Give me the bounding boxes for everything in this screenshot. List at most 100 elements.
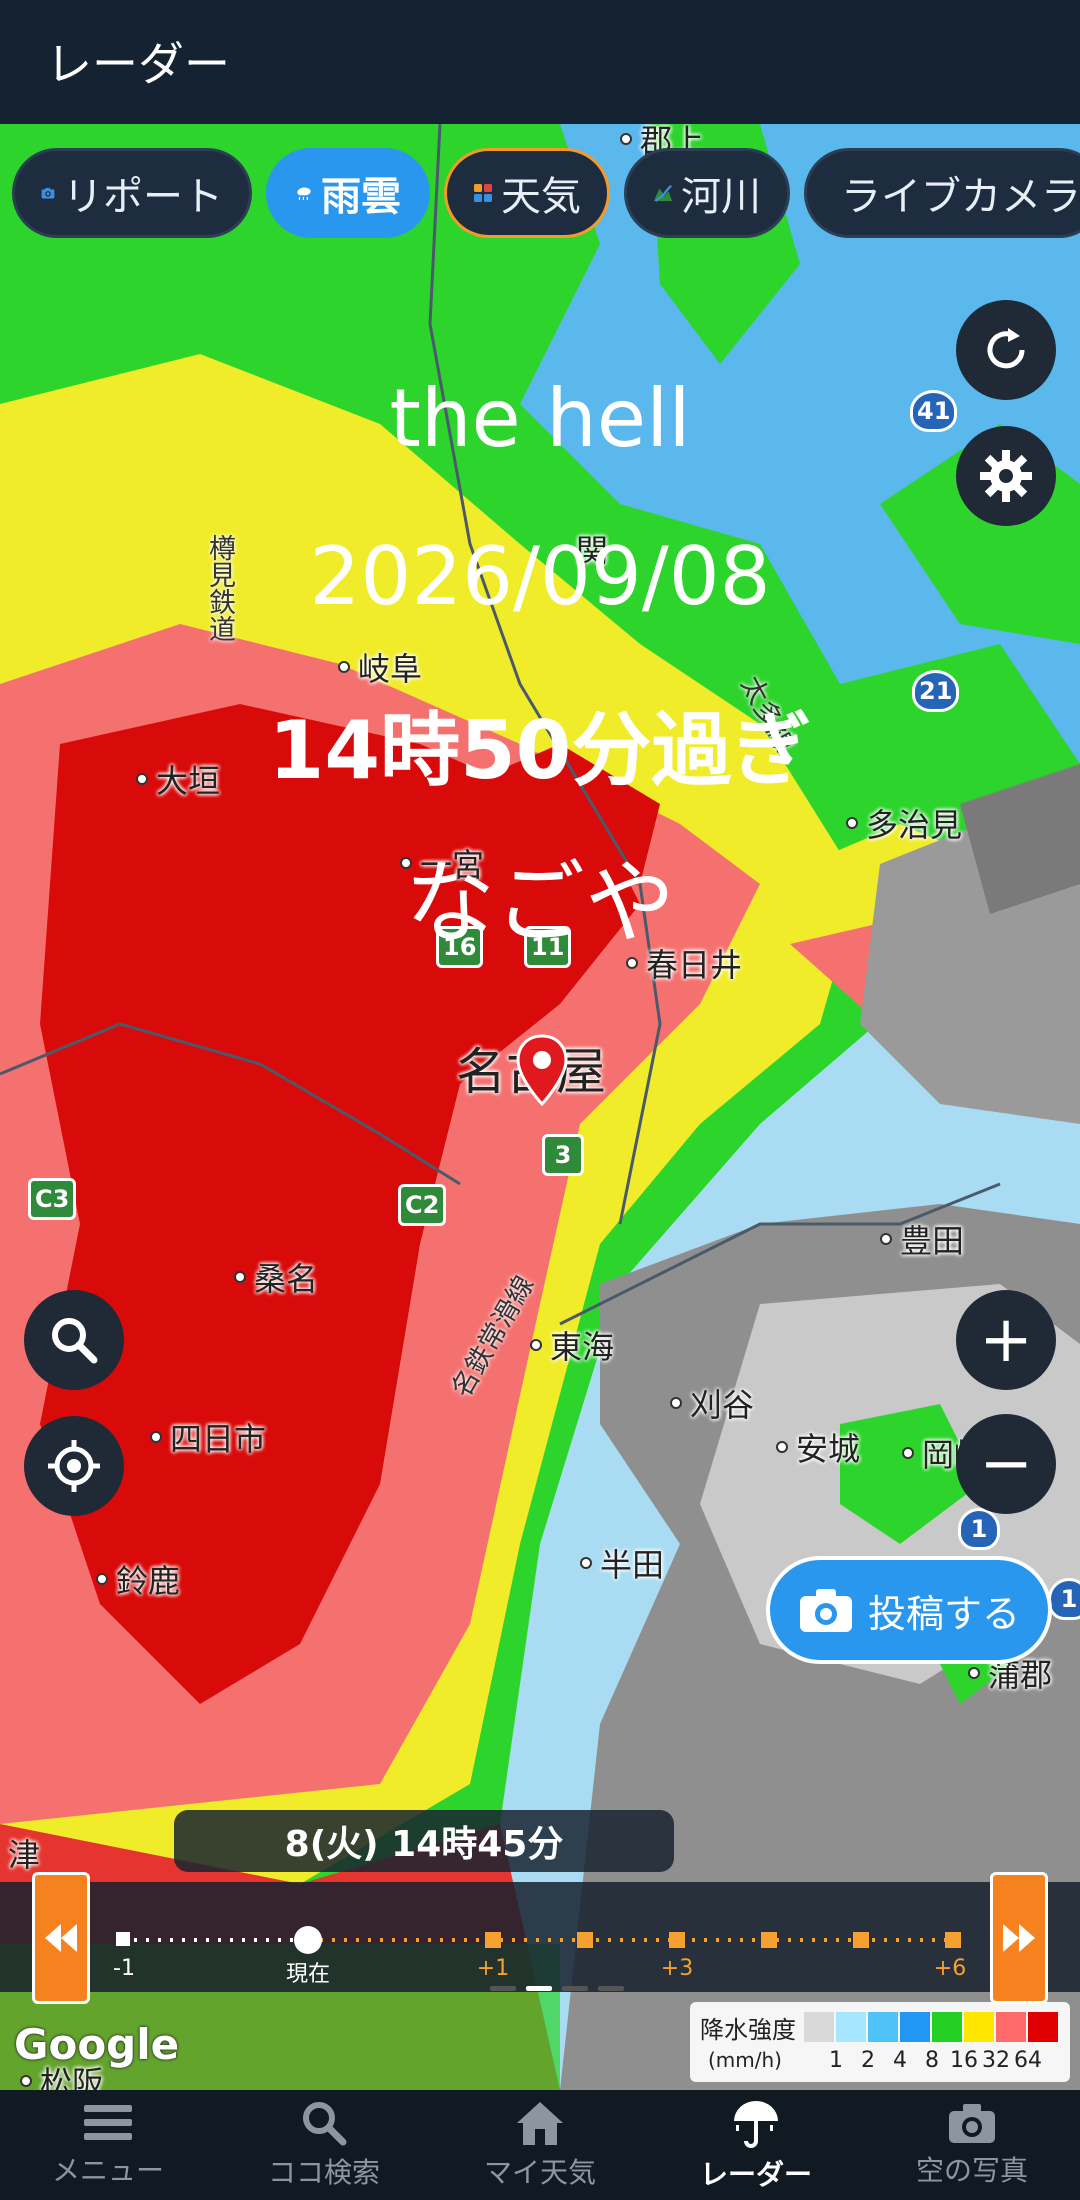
nav-label: ココ検索	[267, 2156, 380, 2189]
chip-river[interactable]: 河川	[624, 148, 790, 238]
search-icon	[52, 1318, 98, 1364]
city-label: 半田	[580, 1540, 664, 1586]
radar-screen: レーダー 郡上 岐阜 大垣 多治見 春日井 豊田 桑名 東海 刈谷 安城 岡崎 …	[0, 0, 1080, 2200]
city-dot	[150, 1431, 162, 1443]
search-button[interactable]	[24, 1290, 124, 1390]
page-title: レーダー	[46, 37, 230, 91]
nav-location-search[interactable]: ココ検索	[216, 2090, 432, 2200]
route-shield: C2	[398, 1184, 447, 1226]
city-name: 東海	[550, 1328, 615, 1366]
city-label: 刈谷	[670, 1380, 754, 1426]
location-pin-icon	[516, 1034, 568, 1106]
camera-icon	[949, 2104, 995, 2143]
refresh-icon	[987, 328, 1025, 369]
city-dot	[20, 2075, 32, 2087]
city-dot	[880, 1233, 892, 1245]
route-shield: 41	[910, 390, 958, 432]
city-dot	[846, 817, 858, 829]
current-time-label: 8(火) 14時45分	[174, 1810, 674, 1872]
city-name: 岐阜	[358, 650, 423, 688]
city-name: 半田	[600, 1546, 665, 1584]
umbrella-icon	[734, 2101, 778, 2148]
overlay-text-line: 14時50分過ぎ	[268, 704, 812, 797]
chip-rain-cloud[interactable]: 雨雲	[266, 148, 430, 238]
city-name: 多治見	[866, 806, 963, 844]
refresh-button[interactable]	[956, 300, 1056, 400]
chip-live-camera[interactable]: ライブカメラ	[804, 148, 1080, 238]
city-label: 津	[8, 1830, 40, 1876]
legend-swatch	[868, 2012, 898, 2042]
city-dot	[234, 1271, 246, 1283]
timeline-forward-button[interactable]	[990, 1872, 1048, 2004]
timeline-tick-label: 現在	[285, 1962, 331, 1987]
weather-grid-icon	[474, 184, 492, 202]
city-dot	[620, 133, 632, 145]
post-button[interactable]: 投稿する	[766, 1556, 1052, 1664]
chip-weather[interactable]: 天気	[444, 148, 610, 238]
city-name: 安城	[796, 1430, 861, 1468]
city-name: 大垣	[156, 762, 221, 800]
chip-report[interactable]: リポート	[12, 148, 252, 238]
zoom-out-button[interactable]: −	[956, 1414, 1056, 1514]
city-name: 四日市	[170, 1420, 267, 1458]
river-icon	[653, 184, 673, 202]
locate-button[interactable]	[24, 1416, 124, 1516]
legend-value: 1	[829, 2048, 843, 2073]
legend-title: 降水強度	[700, 2016, 796, 2044]
google-logo: Google	[14, 2020, 180, 2069]
nav-label: マイ天気	[483, 2156, 596, 2189]
legend-swatch	[804, 2012, 834, 2042]
legend-value: 64	[1014, 2048, 1042, 2073]
timeline-bar[interactable]	[0, 1882, 1080, 1992]
legend-value: 32	[982, 2048, 1010, 2073]
city-label: 大垣	[136, 756, 220, 802]
timeline-tick-label: -1	[113, 1956, 135, 1981]
zoom-in-label: +	[979, 1303, 1033, 1377]
legend-value: 2	[861, 2048, 875, 2073]
route-shield: 3	[542, 1134, 584, 1176]
route-shield: C3	[28, 1178, 77, 1220]
city-name: 豊田	[900, 1222, 965, 1260]
settings-button[interactable]	[956, 426, 1056, 526]
city-name: 津	[8, 1836, 41, 1874]
route-shield: 1	[958, 1508, 1000, 1550]
nav-sky-photos[interactable]: 空の写真	[864, 2090, 1080, 2200]
city-dot	[902, 1447, 914, 1459]
rail-label: 樽見鉄道	[204, 534, 235, 642]
camera-icon	[799, 1589, 852, 1632]
timeline-rewind-button[interactable]	[32, 1872, 90, 2004]
nav-radar[interactable]: レーダー	[648, 2090, 864, 2200]
bottom-nav: メニュー ココ検索 マイ天気 レーダー 空の写真	[0, 2090, 1080, 2200]
nav-menu[interactable]: メニュー	[0, 2090, 216, 2200]
timeline-tick-label: +3	[660, 1956, 694, 1981]
gear-icon	[980, 450, 1032, 502]
legend-swatch	[1028, 2012, 1058, 2042]
chip-label: リポート	[63, 174, 223, 220]
timeline-tick-label: +1	[476, 1956, 510, 1981]
city-label: 四日市	[150, 1414, 266, 1460]
legend-value: 4	[893, 2048, 907, 2073]
nav-label: 空の写真	[915, 2154, 1028, 2187]
zoom-in-button[interactable]: +	[956, 1290, 1056, 1390]
nav-my-weather[interactable]: マイ天気	[432, 2090, 648, 2200]
rain-cloud-icon	[297, 187, 311, 201]
overlay-text-line: なごや	[405, 851, 675, 956]
route-shield: 1	[1048, 1578, 1080, 1620]
legend-swatch	[836, 2012, 866, 2042]
legend-swatch	[996, 2012, 1026, 2042]
app-header: レーダー	[0, 0, 1080, 124]
timeline-tick-label: +6	[933, 1956, 967, 1981]
legend-swatch	[964, 2012, 994, 2042]
post-button-label: 投稿する	[867, 1591, 1020, 1636]
city-dot	[530, 1339, 542, 1351]
chip-label: 河川	[681, 174, 761, 220]
city-label: 岐阜	[338, 644, 422, 690]
chip-label: 雨雲	[321, 174, 401, 220]
city-dot	[136, 773, 148, 785]
nav-label: レーダー	[699, 2158, 812, 2191]
legend-value: 8	[925, 2048, 939, 2073]
overlay-text-line: the hell	[389, 372, 691, 465]
nav-label: メニュー	[51, 2154, 164, 2187]
locate-icon	[48, 1440, 100, 1492]
city-label: 東海	[530, 1322, 614, 1368]
